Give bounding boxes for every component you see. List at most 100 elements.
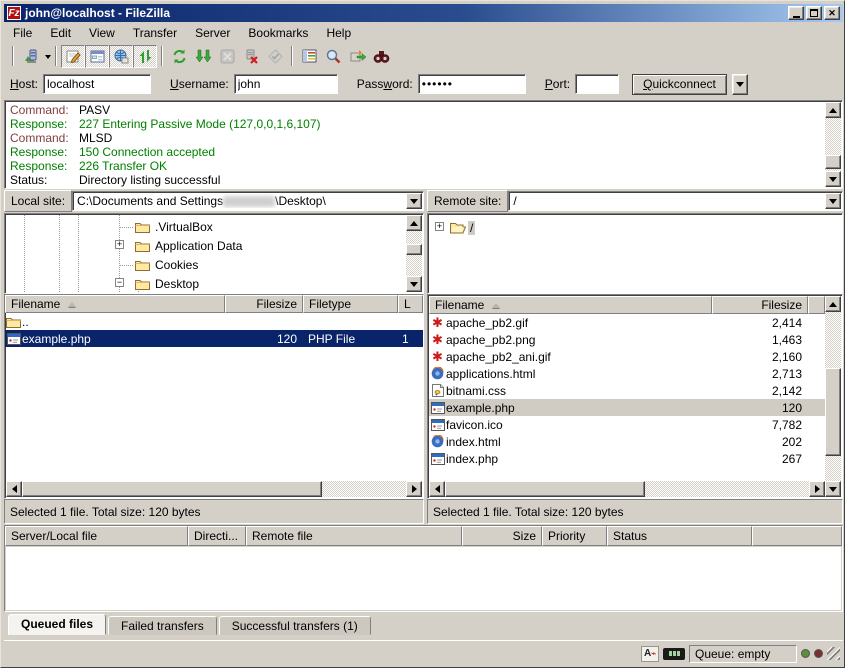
menu-bookmarks[interactable]: Bookmarks [239, 24, 317, 42]
tree-item-virtualbox[interactable]: .VirtualBox [6, 217, 406, 236]
scroll-right-button[interactable] [809, 481, 825, 497]
log-vertical-scrollbar[interactable] [825, 102, 841, 187]
column-header-lastmodified[interactable]: L [398, 295, 423, 313]
maximize-button[interactable] [806, 6, 822, 20]
file-row-example-php-selected[interactable]: example.php 120 PHP File 1 [5, 330, 423, 347]
column-header-filesize[interactable]: Filesize [225, 295, 303, 313]
file-row[interactable]: favicon.ico 7,782 [429, 416, 825, 433]
encryption-indicator-icon[interactable] [663, 648, 685, 660]
remote-file-list[interactable]: Filename Filesize ✱ apache_pb2.gif 2,414… [427, 294, 843, 499]
port-input[interactable] [575, 74, 619, 94]
local-directory-tree[interactable]: .VirtualBox + Application Data Cookies −… [4, 213, 424, 294]
column-header-size[interactable]: Size [462, 526, 542, 546]
scrollbar-thumb[interactable] [825, 368, 841, 456]
column-header-filesize[interactable]: Filesize [712, 296, 808, 314]
local-list-horizontal-scrollbar[interactable] [6, 481, 422, 497]
column-header-priority[interactable]: Priority [542, 526, 607, 546]
remote-directory-tree[interactable]: + / [427, 213, 843, 294]
menu-file[interactable]: File [4, 24, 41, 42]
tab-successful-transfers[interactable]: Successful transfers (1) [219, 616, 371, 635]
quickconnect-button[interactable]: Quickconnect [632, 74, 727, 95]
column-header-server-local-file[interactable]: Server/Local file [5, 526, 188, 546]
file-row[interactable]: ✱ apache_pb2_ani.gif 2,160 [429, 348, 825, 365]
minimize-button[interactable] [788, 6, 804, 20]
site-manager-button[interactable] [18, 45, 42, 68]
column-header-filename[interactable]: Filename [5, 295, 225, 313]
password-input[interactable] [418, 74, 526, 94]
directory-comparison-button[interactable] [369, 45, 393, 68]
scroll-right-button[interactable] [406, 481, 422, 497]
disconnect-button[interactable] [239, 45, 263, 68]
datatype-indicator-icon[interactable]: A⌁ [641, 646, 659, 662]
local-tree-vertical-scrollbar[interactable] [406, 215, 422, 292]
tab-failed-transfers[interactable]: Failed transfers [108, 616, 217, 635]
cancel-button[interactable] [215, 45, 239, 68]
reconnect-button[interactable] [263, 45, 287, 68]
expand-icon[interactable]: + [115, 240, 124, 249]
process-queue-button[interactable] [191, 45, 215, 68]
file-row[interactable]: applications.html 2,713 [429, 365, 825, 382]
file-row[interactable]: index.php 267 [429, 450, 825, 467]
column-header-filename[interactable]: Filename [429, 296, 712, 314]
username-input[interactable] [234, 74, 338, 94]
remote-site-combo[interactable]: / [508, 191, 843, 211]
quickconnect-dropdown-button[interactable] [732, 74, 748, 95]
remote-list-horizontal-scrollbar[interactable] [429, 481, 825, 497]
column-header-filetype[interactable]: Filetype [303, 295, 398, 313]
column-header-status[interactable]: Status [607, 526, 752, 546]
collapse-icon[interactable]: − [115, 278, 124, 287]
scroll-up-button[interactable] [825, 296, 841, 312]
scrollbar-thumb[interactable] [406, 244, 422, 255]
expand-icon[interactable]: + [435, 222, 444, 231]
tree-item-root[interactable]: + / [429, 218, 841, 237]
local-file-list[interactable]: Filename Filesize Filetype L .. example.… [4, 294, 424, 499]
file-row-example-php-selected[interactable]: example.php 120 [429, 399, 825, 416]
file-row[interactable]: ✱ apache_pb2.png 1,463 [429, 331, 825, 348]
tab-queued-files[interactable]: Queued files [8, 614, 106, 635]
host-input[interactable] [43, 74, 151, 94]
scrollbar-thumb[interactable] [22, 481, 322, 497]
scroll-down-button[interactable] [406, 276, 422, 292]
synchronized-browsing-button[interactable] [345, 45, 369, 68]
scroll-left-button[interactable] [429, 481, 445, 497]
local-site-dropdown-button[interactable] [406, 193, 422, 209]
toggle-transfer-queue-button[interactable] [133, 45, 157, 68]
remote-list-vertical-scrollbar[interactable] [825, 296, 841, 497]
tree-item-desktop[interactable]: − Desktop [6, 274, 406, 292]
refresh-button[interactable] [167, 45, 191, 68]
file-row[interactable]: ✱ apache_pb2.gif 2,414 [429, 314, 825, 331]
menu-view[interactable]: View [80, 24, 124, 42]
menu-server[interactable]: Server [186, 24, 239, 42]
tree-item-cookies[interactable]: Cookies [6, 255, 406, 274]
toggle-local-tree-button[interactable] [85, 45, 109, 68]
queue-list-empty[interactable] [6, 547, 841, 610]
toggle-remote-tree-button[interactable] [109, 45, 133, 68]
column-header-direction[interactable]: Directi... [188, 526, 246, 546]
titlebar[interactable]: Fz john@localhost - FileZilla ✕ [4, 4, 843, 22]
scrollbar-thumb[interactable] [445, 481, 645, 497]
scroll-down-button[interactable] [825, 481, 841, 497]
message-log[interactable]: Command:PASV Response:227 Entering Passi… [4, 100, 843, 189]
transfer-queue[interactable]: Server/Local file Directi... Remote file… [4, 525, 843, 612]
file-row-parent[interactable]: .. [5, 313, 423, 330]
menu-edit[interactable]: Edit [41, 24, 80, 42]
scroll-left-button[interactable] [6, 481, 22, 497]
scroll-up-button[interactable] [406, 215, 422, 231]
filter-button[interactable] [297, 45, 321, 68]
file-row[interactable]: bitnami.css 2,142 [429, 382, 825, 399]
tree-item-application-data[interactable]: + Application Data [6, 236, 406, 255]
scroll-down-button[interactable] [825, 171, 841, 187]
resize-grip[interactable] [827, 647, 840, 660]
column-header-remote-file[interactable]: Remote file [246, 526, 462, 546]
menu-help[interactable]: Help [317, 24, 360, 42]
close-button[interactable]: ✕ [824, 6, 840, 20]
file-row[interactable]: index.html 202 [429, 433, 825, 450]
scroll-up-button[interactable] [825, 102, 841, 118]
menu-transfer[interactable]: Transfer [124, 24, 186, 42]
file-search-button[interactable] [321, 45, 345, 68]
toggle-message-log-button[interactable] [61, 45, 85, 68]
remote-site-dropdown-button[interactable] [825, 193, 841, 209]
local-site-combo[interactable]: C:\Documents and Settings\Desktop\ [72, 191, 424, 211]
scrollbar-thumb[interactable] [825, 155, 841, 169]
site-manager-dropdown-icon[interactable] [45, 55, 51, 62]
